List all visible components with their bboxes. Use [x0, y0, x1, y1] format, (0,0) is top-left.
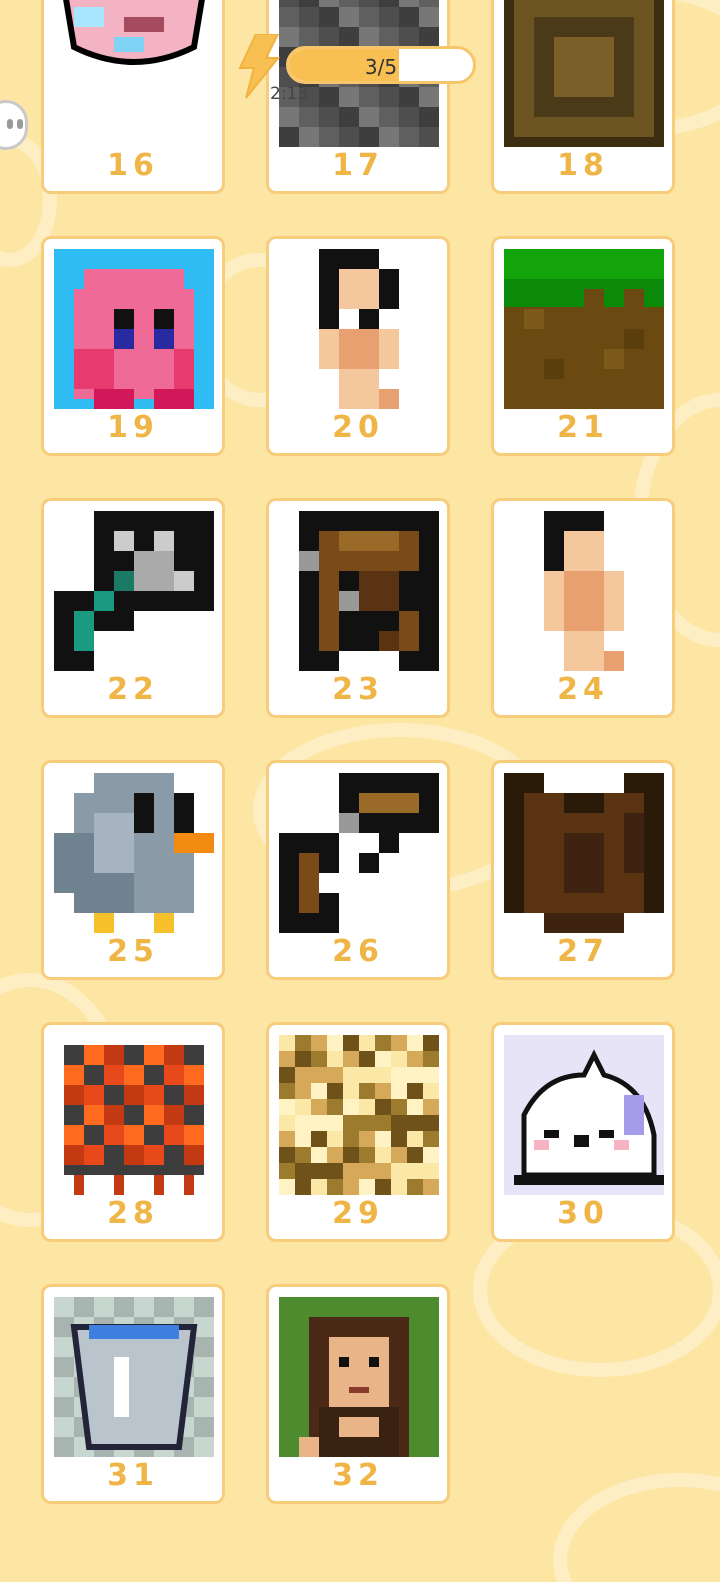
figure-small-pixel-art — [504, 511, 664, 671]
level-number: 26 — [332, 934, 384, 969]
level-number: 19 — [107, 410, 159, 445]
magma-pixel-art — [54, 1035, 214, 1195]
level-card-31[interactable]: 31 — [41, 1284, 225, 1504]
mona-lisa-pixel-art — [279, 1297, 439, 1457]
level-number: 21 — [557, 410, 609, 445]
grass-pixel-art — [504, 249, 664, 409]
level-number: 27 — [557, 934, 609, 969]
chestplate-pixel-art — [504, 773, 664, 933]
level-card-21[interactable]: 21 — [491, 236, 675, 456]
level-card-26[interactable]: 26 — [266, 760, 450, 980]
energy-refill-timer: 2:13 — [270, 84, 309, 104]
face-eye-icon — [17, 119, 23, 129]
bow-pixel-art — [279, 773, 439, 933]
bucket-pixel-art — [54, 1297, 214, 1457]
level-number: 18 — [557, 148, 609, 183]
level-number: 24 — [557, 672, 609, 707]
level-number: 16 — [107, 148, 159, 183]
level-number: 28 — [107, 1196, 159, 1231]
seal-pixel-art — [504, 1035, 664, 1195]
level-number: 22 — [107, 672, 159, 707]
crossbow-pixel-art — [279, 511, 439, 671]
energy-header: 3/5 2:13 — [0, 0, 720, 114]
level-card-19[interactable]: 19 — [41, 236, 225, 456]
level-number: 32 — [332, 1458, 384, 1493]
diamond-axe-pixel-art — [54, 511, 214, 671]
level-number: 20 — [332, 410, 384, 445]
level-number: 25 — [107, 934, 159, 969]
level-card-32[interactable]: 32 — [266, 1284, 450, 1504]
level-card-22[interactable]: 22 — [41, 498, 225, 718]
level-card-20[interactable]: 20 — [266, 236, 450, 456]
level-number: 30 — [557, 1196, 609, 1231]
level-card-30[interactable]: 30 — [491, 1022, 675, 1242]
level-card-28[interactable]: 28 — [41, 1022, 225, 1242]
level-card-23[interactable]: 23 — [266, 498, 450, 718]
level-card-27[interactable]: 27 — [491, 760, 675, 980]
level-number: 23 — [332, 672, 384, 707]
checker-pixel-art — [279, 1035, 439, 1195]
energy-count: 3/5 — [364, 55, 398, 79]
level-number: 31 — [107, 1458, 159, 1493]
kirby-pixel-art — [54, 249, 214, 409]
pigeon-pixel-art — [54, 773, 214, 933]
level-number: 17 — [332, 148, 384, 183]
level-number: 29 — [332, 1196, 384, 1231]
figure-pixel-art — [279, 249, 439, 409]
level-card-24[interactable]: 24 — [491, 498, 675, 718]
level-grid: 16 17 18 19 20 21 22 23 24 25 26 27 28 29 30 31 32 — [0, 0, 720, 1582]
energy-progress-bar: 3/5 — [286, 46, 476, 84]
level-card-25[interactable]: 25 — [41, 760, 225, 980]
level-card-29[interactable]: 29 — [266, 1022, 450, 1242]
face-eye-icon — [7, 119, 13, 129]
